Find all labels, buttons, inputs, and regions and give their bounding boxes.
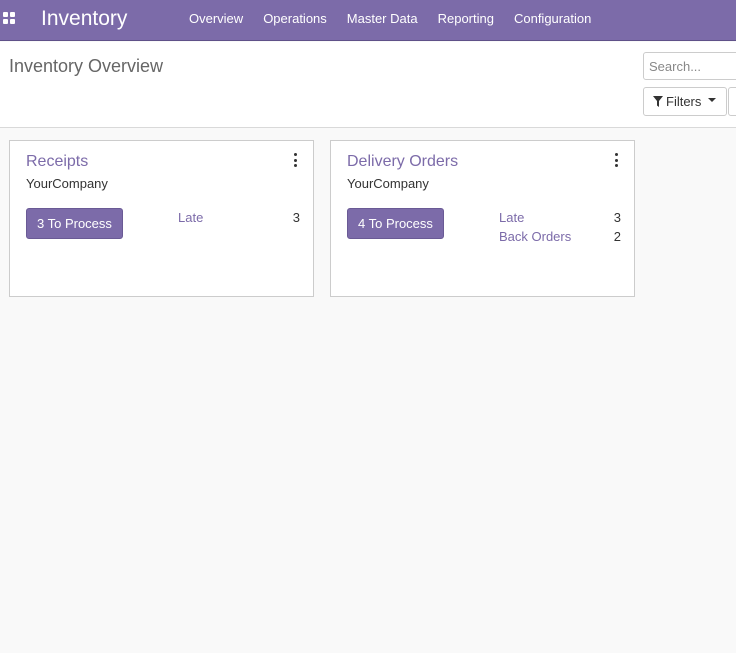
group-by-button[interactable] [728,87,736,116]
card-company: YourCompany [26,176,108,191]
page-title: Inventory Overview [9,56,164,76]
stat-row-late: Late 3 [499,209,621,227]
receipts-to-process-button[interactable]: 3 To Process [26,208,123,239]
stat-label-back-orders[interactable]: Back Orders [499,228,571,246]
menu-item-configuration[interactable]: Configuration [504,0,601,41]
menu-item-master-data[interactable]: Master Data [337,0,428,41]
search-input[interactable] [643,52,736,80]
card-options-icon[interactable] [291,153,299,167]
delivery-orders-card: Delivery Orders YourCompany 4 To Process… [330,140,635,297]
stat-row-late: Late 3 [178,209,300,227]
menu-item-operations[interactable]: Operations [253,0,337,41]
filters-label: Filters [666,94,702,109]
menu-item-overview[interactable]: Overview [179,0,253,41]
filter-icon [653,96,663,107]
caret-down-icon [708,98,717,102]
menu-item-reporting[interactable]: Reporting [428,0,504,41]
card-options-icon[interactable] [612,153,620,167]
stat-value-late[interactable]: 3 [293,209,300,227]
card-title-receipts[interactable]: Receipts [26,152,88,172]
card-company: YourCompany [347,176,429,191]
apps-menu-icon[interactable] [3,12,16,25]
stat-label-late[interactable]: Late [178,209,203,227]
top-navbar: Inventory Overview Operations Master Dat… [0,0,736,41]
delivery-to-process-button[interactable]: 4 To Process [347,208,444,239]
receipts-card: Receipts YourCompany 3 To Process Late 3 [9,140,314,297]
stat-row-back-orders: Back Orders 2 [499,228,621,246]
control-panel: Inventory Overview Filters [0,42,736,128]
filters-button[interactable]: Filters [643,87,727,116]
stat-value-back-orders[interactable]: 2 [614,228,621,246]
app-brand[interactable]: Inventory [41,6,127,32]
stat-label-late[interactable]: Late [499,209,524,227]
main-menu: Overview Operations Master Data Reportin… [179,0,601,41]
stat-value-late[interactable]: 3 [614,209,621,227]
card-title-delivery-orders[interactable]: Delivery Orders [347,152,458,172]
